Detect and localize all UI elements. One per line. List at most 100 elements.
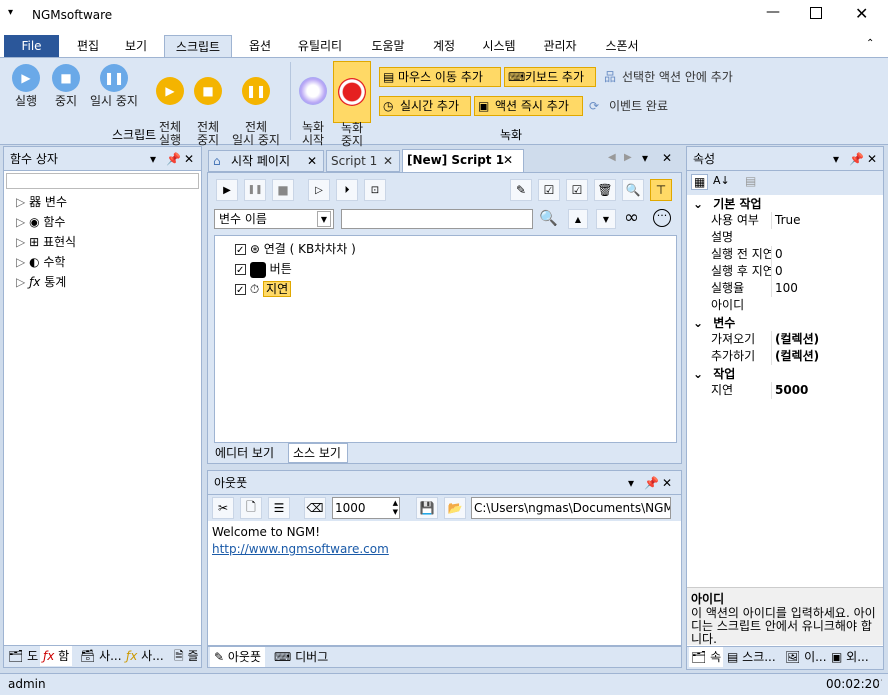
- expand-icon[interactable]: ▷: [16, 255, 25, 269]
- tab-new-script-1[interactable]: [New] Script 1 ✕: [402, 149, 524, 172]
- section-variables[interactable]: ⌄ 변수: [693, 314, 735, 331]
- tab-editor-view[interactable]: 에디터 보기: [209, 444, 289, 463]
- add-mouse-move-button[interactable]: ▤ 마우스 이동 추가: [379, 67, 501, 87]
- section-task[interactable]: ⌄ 작업: [693, 365, 735, 382]
- dropdown-icon[interactable]: ▾: [628, 471, 634, 495]
- pin-icon[interactable]: 📌: [849, 147, 864, 171]
- minimize-icon[interactable]: —: [766, 4, 780, 20]
- function-search-input[interactable]: [6, 173, 199, 189]
- run-script-button[interactable]: ▶: [216, 179, 238, 201]
- tab-edit[interactable]: 편집: [64, 35, 112, 57]
- variable-input[interactable]: [341, 209, 533, 229]
- tab-admin[interactable]: 관리자: [534, 35, 586, 57]
- tab-functions-bottom[interactable]: ƒx 함: [40, 646, 73, 666]
- delete-button[interactable]: 🗑: [594, 179, 616, 201]
- variable-select[interactable]: 변수 이름 ▼: [214, 209, 334, 229]
- tab-script[interactable]: 스크립트: [164, 35, 232, 57]
- buffer-size-stepper[interactable]: 1000 ▲ ▼: [332, 497, 400, 519]
- tab-user1-bottom[interactable]: 🗃 사...: [80, 646, 122, 666]
- search-button[interactable]: 🔍: [622, 179, 644, 201]
- website-link[interactable]: http://www.ngmsoftware.com: [212, 542, 389, 556]
- dropdown-icon[interactable]: ▾: [150, 147, 156, 171]
- tab-view[interactable]: 보기: [114, 35, 158, 57]
- tab-script-1[interactable]: Script 1 ✕: [326, 150, 400, 172]
- tab-favorites-bottom[interactable]: 🗎 즐: [174, 646, 199, 666]
- collapse-ribbon-icon[interactable]: ⌃: [866, 38, 874, 49]
- open-folder-button[interactable]: 📂: [444, 497, 466, 519]
- prop-row[interactable]: 아이디: [711, 297, 888, 314]
- tab-properties-bottom[interactable]: 🗂 속: [689, 647, 724, 667]
- prop-row[interactable]: 지연 5000: [711, 382, 888, 399]
- property-pages-icon[interactable]: ▤: [745, 174, 756, 188]
- tab-source-view[interactable]: 소스 보기: [288, 443, 348, 463]
- record-stop-button[interactable]: 녹화 중지: [333, 61, 371, 148]
- expand-icon[interactable]: ▷: [16, 275, 25, 289]
- add-action-now-button[interactable]: ▣ 액션 즉시 추가: [474, 96, 583, 116]
- checkbox[interactable]: [235, 262, 246, 280]
- tree-item-variables[interactable]: ▷ 器 변수: [16, 193, 67, 211]
- output-path-field[interactable]: C:\Users\ngmas\Documents\NGM6\: [471, 497, 671, 519]
- categorized-icon[interactable]: ▦: [691, 174, 709, 190]
- add-realtime-button[interactable]: ◷ 실시간 추가: [379, 96, 471, 116]
- step-over-button[interactable]: ⏵: [336, 179, 358, 201]
- tree-row-delay[interactable]: ⏱ 지연: [235, 280, 292, 300]
- scroll-left-icon[interactable]: ◀: [608, 152, 616, 163]
- close-icon[interactable]: ✕: [662, 471, 672, 495]
- run-button[interactable]: ▶ 실행: [8, 64, 44, 108]
- tree-item-functions[interactable]: ▷ ◉ 함수: [16, 213, 65, 231]
- expand-icon[interactable]: ▷: [16, 215, 25, 229]
- stop-script-button[interactable]: ■: [272, 179, 294, 201]
- close-tab-icon[interactable]: ✕: [383, 151, 393, 171]
- prop-row[interactable]: 설명: [711, 229, 888, 246]
- close-icon[interactable]: ✕: [855, 4, 868, 23]
- event-done-button[interactable]: ⟳ 이벤트 완료: [587, 97, 668, 115]
- check-button[interactable]: ☑: [566, 179, 588, 201]
- prop-row[interactable]: 추가하기 (컬렉션): [711, 348, 888, 365]
- stop-button[interactable]: ■ 중지: [48, 64, 84, 108]
- erase-button[interactable]: ⌫: [304, 497, 326, 519]
- expand-icon[interactable]: ▷: [16, 195, 25, 209]
- tree-item-statistics[interactable]: ▷ ƒx 통계: [16, 273, 66, 291]
- run-all-button[interactable]: ▶ 전체 실행: [152, 64, 188, 147]
- maximize-icon[interactable]: [810, 7, 822, 19]
- expand-icon[interactable]: ▷: [16, 235, 25, 249]
- scroll-right-icon[interactable]: ▶: [624, 152, 632, 163]
- save-button[interactable]: 💾: [416, 497, 438, 519]
- copy-button[interactable]: 🗋: [240, 497, 262, 519]
- stepper-arrows-icon[interactable]: ▲ ▼: [393, 499, 398, 517]
- quick-access-icon[interactable]: ▾: [8, 7, 13, 18]
- tab-list-icon[interactable]: ▾: [642, 151, 648, 165]
- chevron-down-icon[interactable]: ▼: [317, 211, 331, 227]
- wrap-button[interactable]: ☰: [268, 497, 290, 519]
- tab-image-bottom[interactable]: 🖼 이...: [785, 647, 827, 667]
- resize-grip-icon[interactable]: ⋰: [874, 679, 883, 689]
- loop-icon[interactable]: ∞: [624, 207, 639, 228]
- tab-script-bottom[interactable]: ▤ 스크...: [727, 647, 776, 667]
- add-keyboard-button[interactable]: ⌨ 키보드 추가: [504, 67, 596, 87]
- tab-account[interactable]: 계정: [422, 35, 466, 57]
- tab-api-bottom[interactable]: ▣ 외...: [831, 647, 869, 667]
- close-icon[interactable]: ✕: [867, 147, 877, 171]
- tree-row-button[interactable]: 버튼: [235, 260, 292, 280]
- more-icon[interactable]: ···: [653, 209, 671, 227]
- prop-row[interactable]: 실행율 100: [711, 280, 888, 297]
- close-tab-icon[interactable]: ✕: [503, 150, 513, 171]
- section-basic[interactable]: ⌄ 기본 작업: [693, 195, 762, 212]
- tree-item-expressions[interactable]: ▷ ⊞ 표현식: [16, 233, 76, 251]
- prop-row[interactable]: 사용 여부 True: [711, 212, 888, 229]
- tab-debug[interactable]: ⌨ 디버그: [274, 647, 328, 667]
- prop-row[interactable]: 가져오기 (컬렉션): [711, 331, 888, 348]
- step-into-button[interactable]: ⊡: [364, 179, 386, 201]
- step-button[interactable]: ▷: [308, 179, 330, 201]
- checkbox[interactable]: [235, 282, 246, 300]
- tree-row-connect[interactable]: ⊛ 연결 ( KB차차차 ): [235, 240, 356, 260]
- check-all-button[interactable]: ☑: [538, 179, 560, 201]
- tab-start-page[interactable]: ⌂ 시작 페이지 ✕: [208, 150, 324, 172]
- pause-button[interactable]: ❚❚ 일시 중지: [86, 64, 142, 108]
- file-menu[interactable]: File: [4, 35, 59, 57]
- close-tab-icon[interactable]: ✕: [307, 151, 317, 171]
- pin-icon[interactable]: 📌: [644, 471, 659, 495]
- record-start-button[interactable]: 녹화 시작: [296, 64, 330, 147]
- prop-row[interactable]: 실행 후 지연 0: [711, 263, 888, 280]
- alphabetical-icon[interactable]: A↓: [713, 174, 730, 187]
